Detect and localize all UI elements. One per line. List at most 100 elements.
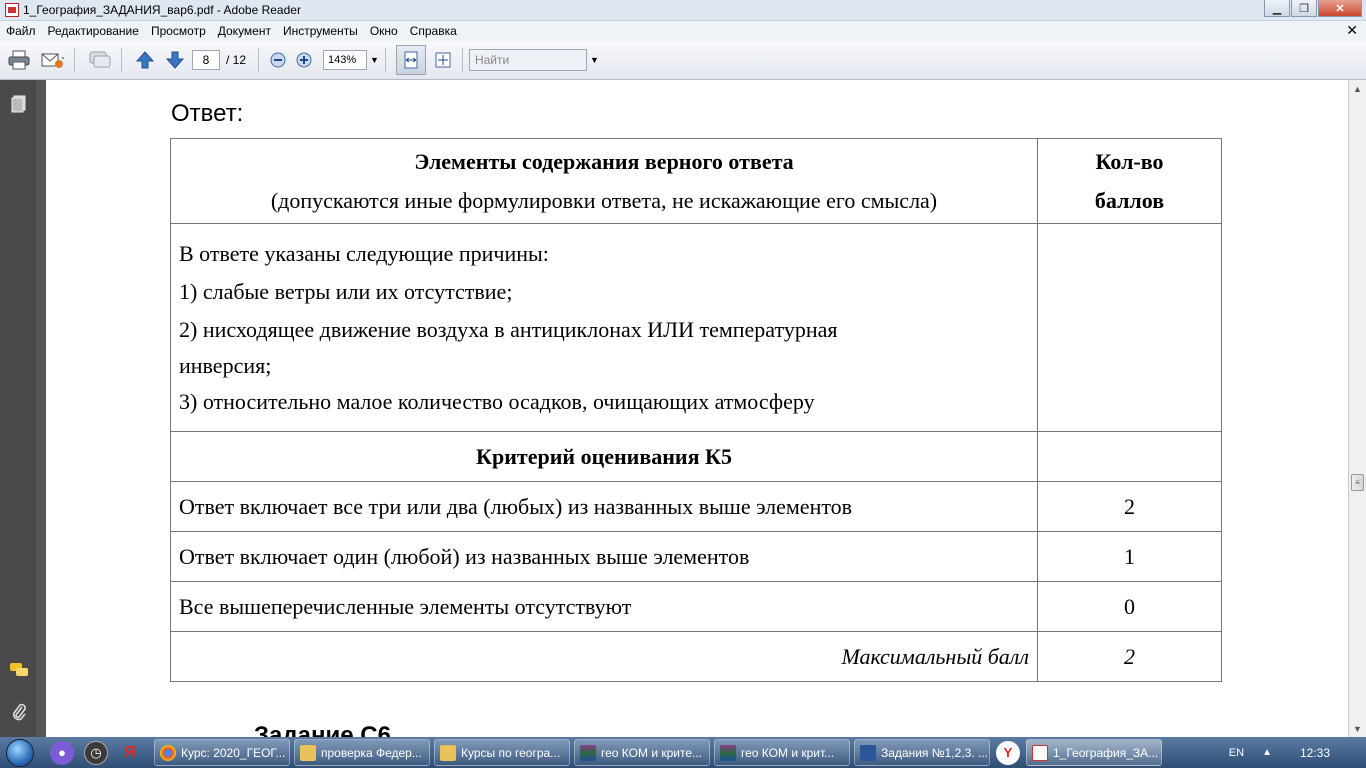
close-document-button[interactable]: ✕ (1346, 22, 1358, 39)
zoom-in-button[interactable] (291, 47, 317, 73)
pdf-file-icon (1032, 744, 1048, 761)
archive-icon (720, 744, 736, 761)
menu-help[interactable]: Справка (404, 24, 463, 38)
scroll-up-icon[interactable]: ▲ (1349, 80, 1366, 97)
empty-score-cell (1037, 223, 1222, 432)
list-item: 2) нисходящее движение воздуха в антицик… (179, 316, 838, 342)
yandex-icon[interactable]: Я (118, 741, 142, 765)
search-input[interactable]: Найти (468, 49, 587, 71)
next-page-button[interactable] (162, 47, 188, 73)
start-button[interactable] (0, 737, 40, 768)
taskbar-item-folder-1[interactable]: проверка Федер... (294, 739, 430, 766)
search-dropdown-icon[interactable]: ▼ (590, 55, 599, 65)
fit-width-icon (404, 51, 418, 69)
toolbar-separator (258, 48, 260, 72)
menu-edit[interactable]: Редактирование (42, 24, 145, 38)
clock-app-icon[interactable]: ◷ (84, 740, 108, 765)
windows-logo-icon (6, 738, 34, 767)
comments-icon[interactable] (9, 660, 29, 680)
language-indicator[interactable]: EN (1229, 747, 1244, 759)
vertical-scrollbar[interactable]: ▲ ≡ ▼ (1348, 80, 1366, 737)
page-total: / 12 (226, 53, 247, 67)
share-button[interactable] (38, 47, 68, 73)
criterion-title: Критерий оценивания К5 (170, 431, 1038, 482)
attachment-icon[interactable] (9, 702, 29, 722)
table-row: Все вышеперечисленные элементы отсутству… (170, 581, 1222, 632)
menu-tools[interactable]: Инструменты (277, 24, 364, 38)
max-score-value: 2 (1037, 631, 1222, 682)
menu-bar: Файл Редактирование Просмотр Документ Ин… (0, 21, 1366, 41)
table-header-row: Элементы содержания верного ответа (допу… (170, 138, 1222, 224)
max-score-label: Максимальный балл (170, 631, 1038, 682)
taskbar-item-adobe-reader[interactable]: 1_География_ЗА... (1026, 739, 1162, 766)
toolbar-separator (461, 48, 463, 72)
comment-button[interactable] (85, 47, 115, 73)
minimize-button[interactable]: ▁ (1264, 0, 1290, 17)
menu-window[interactable]: Окно (364, 24, 404, 38)
taskbar-item-chrome[interactable]: Курс: 2020_ГЕОГ... (154, 739, 290, 766)
taskbar-item-word[interactable]: Задания №1,2,3. ... (854, 739, 990, 766)
taskbar-item-label: проверка Федер... (321, 745, 422, 760)
speech-bubble-icon (89, 51, 111, 68)
navigation-panel (0, 80, 36, 737)
zoom-out-button[interactable] (265, 47, 291, 73)
header-score-line1: Кол-во (1095, 149, 1164, 174)
close-window-button[interactable]: ✕ (1318, 0, 1362, 17)
maximize-button[interactable]: ❐ (1291, 0, 1317, 17)
taskbar-item-archive-2[interactable]: гео КОМ и крит... (714, 739, 850, 766)
arrow-down-icon (165, 51, 185, 69)
chrome-icon (160, 744, 176, 761)
taskbar-item-label: 1_География_ЗА... (1053, 745, 1159, 760)
criterion-score: 1 (1037, 531, 1222, 582)
fit-page-icon (435, 52, 451, 68)
criterion-text: Ответ включает все три или два (любых) и… (170, 481, 1038, 532)
table-row: Ответ включает все три или два (любых) и… (170, 481, 1222, 532)
criterion-text: Ответ включает один (любой) из названных… (170, 531, 1038, 582)
criterion-score: 0 (1037, 581, 1222, 632)
header-score-cell: Кол-во баллов (1037, 138, 1222, 224)
answer-elements-cell: В ответе указаны следующие причины: 1) с… (170, 223, 1038, 432)
yandex-browser-icon[interactable]: Y (996, 740, 1020, 765)
header-elements-title: Элементы содержания верного ответа (414, 149, 794, 174)
zoom-dropdown-icon[interactable]: ▼ (370, 55, 379, 65)
print-button[interactable] (4, 47, 34, 73)
previous-page-button[interactable] (132, 47, 158, 73)
taskbar-item-label: гео КОМ и крит... (741, 745, 835, 760)
table-row: В ответе указаны следующие причины: 1) с… (170, 223, 1222, 432)
page-thumbnails-icon[interactable] (9, 94, 29, 114)
scroll-down-icon[interactable]: ▼ (1349, 720, 1366, 737)
alice-icon[interactable]: ● (50, 740, 74, 765)
criterion-text: Все вышеперечисленные элементы отсутству… (170, 581, 1038, 632)
taskbar-item-label: Курс: 2020_ГЕОГ... (181, 745, 286, 760)
printer-icon (8, 50, 30, 70)
toolbar-separator (74, 48, 75, 72)
fit-width-button[interactable] (395, 45, 426, 75)
list-item: 3) относительно малое количество осадков… (179, 388, 815, 414)
header-elements-cell: Элементы содержания верного ответа (допу… (170, 138, 1038, 224)
list-item: инверсия; (179, 352, 272, 378)
title-bar: 1_География_ЗАДАНИЯ_вар6.pdf - Adobe Rea… (0, 0, 1366, 21)
window-controls: ▁ ❐ ✕ (1264, 0, 1362, 17)
document-view[interactable]: Ответ: Элементы содержания верного ответ… (36, 80, 1348, 737)
clock[interactable]: 12:33 (1300, 746, 1330, 760)
next-task-heading: Задание С6 (254, 722, 391, 737)
fit-page-button[interactable] (430, 47, 456, 73)
envelope-icon (41, 53, 64, 68)
list-item: В ответе указаны следующие причины: (179, 240, 549, 266)
archive-icon (580, 744, 596, 761)
word-icon (860, 744, 876, 761)
zoom-level-field[interactable]: 143% (323, 50, 368, 70)
arrow-up-icon (135, 51, 155, 69)
menu-file[interactable]: Файл (0, 24, 42, 38)
criteria-table: Элементы содержания верного ответа (допу… (170, 138, 1222, 682)
taskbar-item-archive-1[interactable]: гео КОМ и крите... (574, 739, 710, 766)
toolbar: 8 / 12 143% ▼ Найти ▼ (0, 41, 1366, 80)
menu-document[interactable]: Документ (212, 24, 277, 38)
empty-score-cell (1037, 431, 1222, 482)
menu-view[interactable]: Просмотр (145, 24, 212, 38)
taskbar-item-folder-2[interactable]: Курсы по геогра... (434, 739, 570, 766)
scroll-thumb[interactable]: ≡ (1351, 474, 1364, 491)
tray-expand-icon[interactable]: ▲ (1262, 747, 1272, 758)
page-number-input[interactable]: 8 (192, 50, 220, 70)
system-tray: EN ▲ 12:33 (1229, 737, 1366, 768)
